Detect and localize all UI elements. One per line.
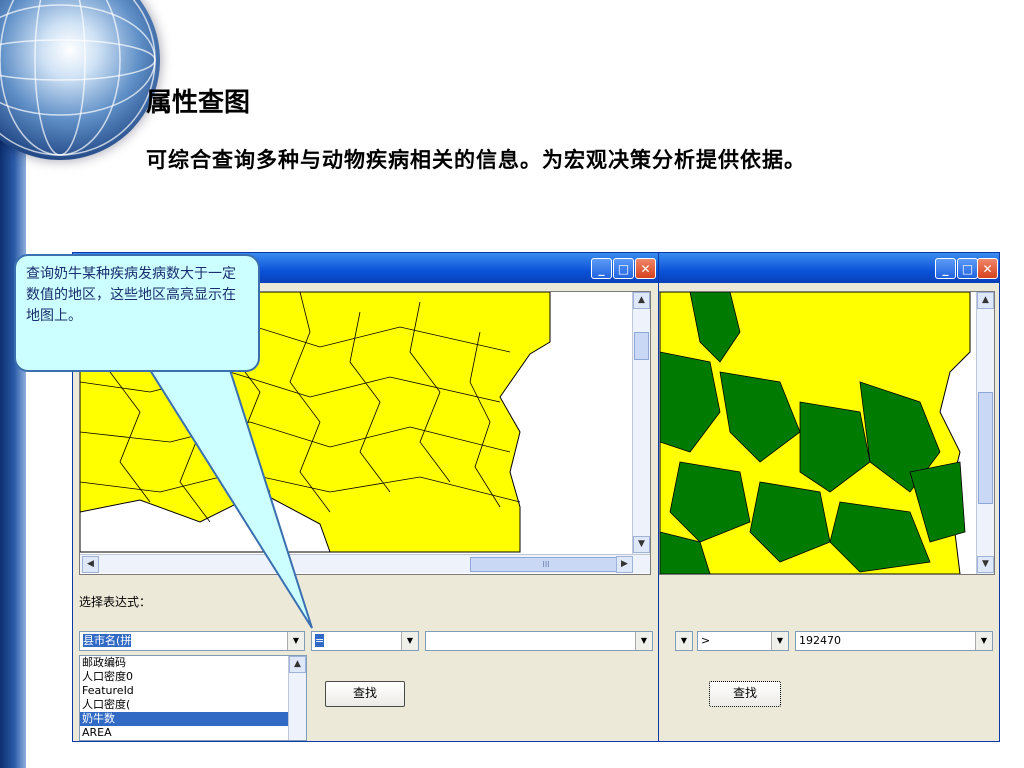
callout-annotation: 查询奶牛某种疾病发病数大于一定数值的地区，这些地区高亮显示在地图上。 xyxy=(14,254,260,372)
callout-pointer xyxy=(148,369,313,629)
